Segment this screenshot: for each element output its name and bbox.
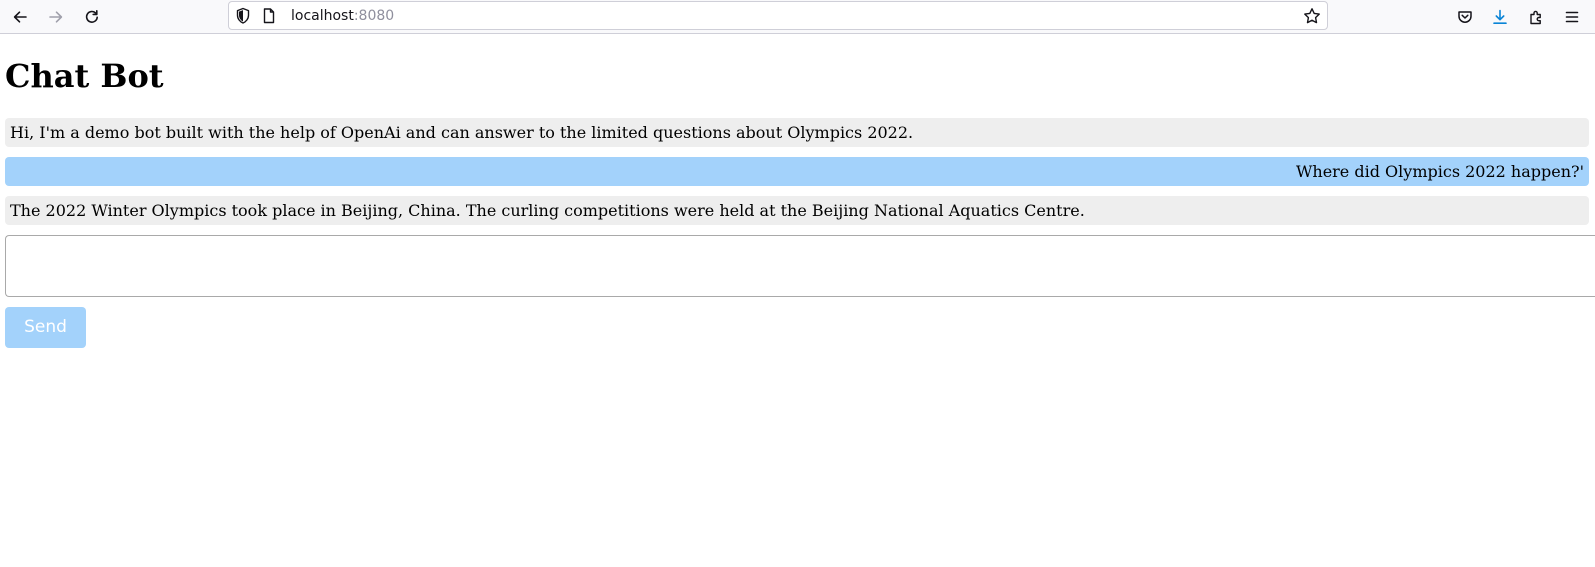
pocket-icon <box>1458 11 1472 23</box>
page-icon[interactable] <box>262 7 276 29</box>
url-host: localhost <box>291 8 354 24</box>
bot-message: The 2022 Winter Olympics took place in B… <box>5 196 1589 225</box>
back-button[interactable] <box>6 3 34 31</box>
bot-message: Hi, I'm a demo bot built with the help o… <box>5 118 1589 147</box>
url-port: :8080 <box>353 8 395 24</box>
hamburger-menu-icon <box>1565 11 1579 23</box>
shield-icon[interactable] <box>235 7 251 29</box>
message-input[interactable] <box>5 235 1595 297</box>
star-icon[interactable] <box>1303 7 1321 29</box>
download-icon <box>1493 9 1507 24</box>
user-message: Where did Olympics 2022 happen?' <box>5 157 1589 186</box>
page-title: Chat Bot <box>5 57 164 95</box>
url-text[interactable]: localhost:8080 <box>291 7 394 25</box>
reload-icon <box>85 10 98 23</box>
reload-button[interactable] <box>78 3 106 31</box>
forward-button[interactable] <box>42 3 70 31</box>
arrow-right-icon <box>49 11 63 23</box>
extensions-icon <box>1530 10 1541 25</box>
browser-toolbar: localhost:8080 <box>0 0 1595 34</box>
extensions-button[interactable] <box>1522 3 1550 31</box>
send-button[interactable]: Send <box>5 307 86 348</box>
menu-button[interactable] <box>1558 3 1586 31</box>
arrow-left-icon <box>13 11 27 23</box>
downloads-button[interactable] <box>1486 3 1514 31</box>
pocket-button[interactable] <box>1451 3 1479 31</box>
url-bar[interactable]: localhost:8080 <box>228 1 1328 30</box>
